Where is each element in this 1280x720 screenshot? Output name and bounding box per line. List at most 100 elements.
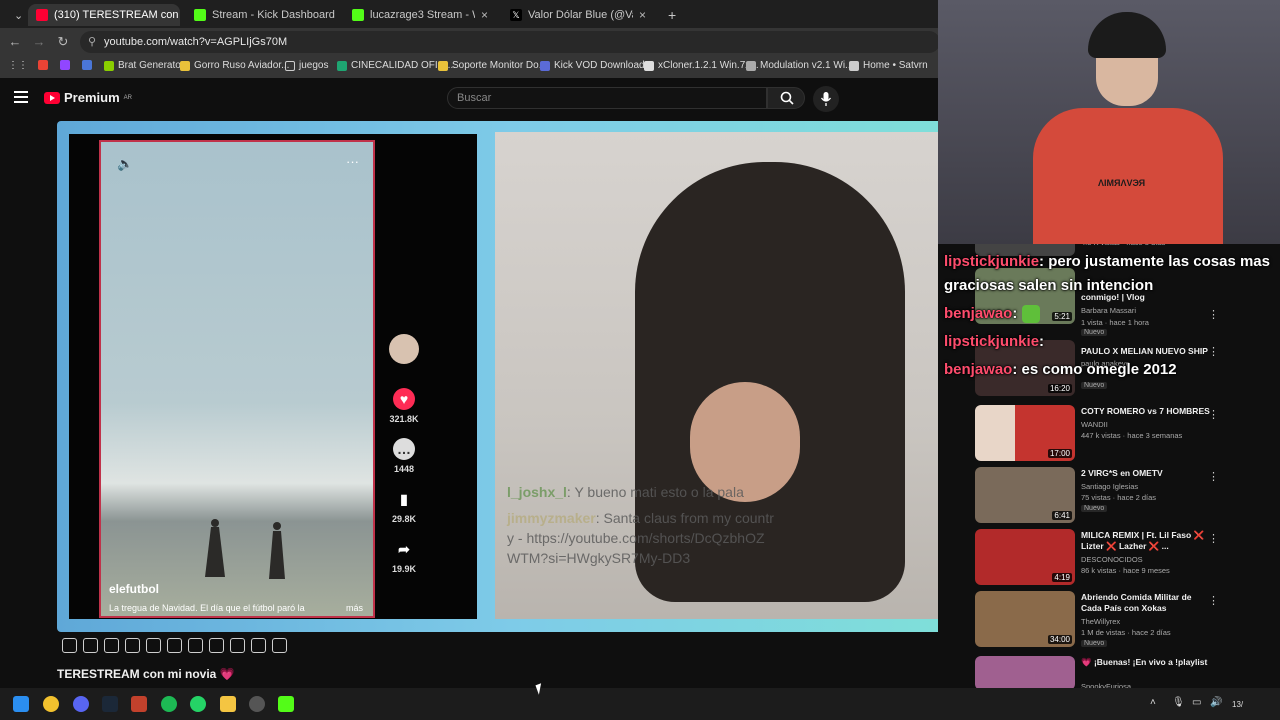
bookmark-icon: ▮ bbox=[400, 490, 408, 507]
emote-icon bbox=[1021, 305, 1040, 324]
search-input[interactable]: Buscar bbox=[447, 87, 767, 109]
stream-chat-overlay: lipstickjunkie: pero justamente las cosa… bbox=[944, 250, 1278, 382]
voice-search-button[interactable] bbox=[813, 86, 839, 112]
youtube-premium-logo[interactable]: Premium AR bbox=[44, 90, 132, 105]
close-icon[interactable]: × bbox=[639, 8, 646, 22]
like-count: 321.8K bbox=[389, 414, 419, 424]
tab-label: lucazrage3 Stream - Watch Live bbox=[370, 9, 475, 21]
browser-tabbar: ⌄ (310) TERESTREAM con mi 🔈 × Stream - K… bbox=[0, 0, 938, 28]
kick-icon[interactable] bbox=[278, 696, 294, 712]
video-title: TERESTREAM con mi novia 💗 bbox=[57, 667, 235, 681]
tab-youtube[interactable]: (310) TERESTREAM con mi 🔈 × bbox=[28, 4, 180, 26]
youtube-logo-icon bbox=[44, 91, 60, 104]
tab-label: Stream - Kick Dashboard bbox=[212, 9, 335, 21]
video-player[interactable]: 🔈 ··· elefutbol La tregua de Navidad. El… bbox=[57, 121, 966, 632]
video-thumbnail: 17:00 bbox=[975, 405, 1075, 461]
app-icon[interactable] bbox=[249, 696, 265, 712]
speed-icon[interactable] bbox=[209, 638, 224, 653]
chat-message: lipstickjunkie: bbox=[944, 333, 1045, 350]
apps-icon[interactable]: ⋮⋮ bbox=[8, 60, 28, 71]
list-item[interactable]: 34:00 Abriendo Comida Militar de Cada Pa… bbox=[975, 591, 1275, 649]
speaker-icon: 🔈 bbox=[117, 156, 134, 171]
camera-feed: l_joshx_l: Y bueno mati esto o la pala j… bbox=[495, 132, 949, 619]
kick-favicon-icon bbox=[194, 9, 206, 21]
list-item[interactable]: 6:41 2 VIRG*S en OMETV Santiago Iglesias… bbox=[975, 467, 1275, 525]
whatsapp-icon[interactable] bbox=[190, 696, 206, 712]
chrome-icon[interactable] bbox=[43, 696, 59, 712]
youtube-favicon-icon bbox=[36, 9, 48, 21]
search-button[interactable] bbox=[767, 87, 805, 109]
tab-x[interactable]: 𝕏 Valor Dólar Blue (@ValorDolarB × bbox=[502, 4, 654, 26]
network-icon[interactable]: ▭ bbox=[1192, 697, 1201, 708]
cast-icon[interactable] bbox=[125, 638, 140, 653]
chevron-up-icon[interactable]: ˄ bbox=[1150, 697, 1156, 708]
gmail-icon[interactable] bbox=[38, 60, 48, 70]
video-thumbnail: 34:00 bbox=[975, 591, 1075, 647]
file-explorer-icon[interactable] bbox=[220, 696, 236, 712]
search-icon bbox=[780, 91, 794, 105]
more-options-icon[interactable]: ⋮ bbox=[1208, 532, 1219, 545]
twitch-icon[interactable] bbox=[60, 60, 70, 70]
tab-kick-stream[interactable]: lucazrage3 Stream - Watch Live × bbox=[344, 4, 496, 26]
new-tab-button[interactable]: + bbox=[660, 4, 680, 26]
discord-icon[interactable] bbox=[73, 696, 89, 712]
video-thumbnail: 4:19 bbox=[975, 529, 1075, 585]
bookmark-icon[interactable] bbox=[82, 60, 92, 70]
more-options-icon[interactable]: ⋮ bbox=[1208, 470, 1219, 483]
x-favicon-icon: 𝕏 bbox=[510, 9, 522, 21]
back-icon[interactable]: ← bbox=[7, 34, 23, 50]
tab-label: (310) TERESTREAM con mi bbox=[54, 9, 180, 21]
app-icon[interactable] bbox=[131, 696, 147, 712]
more-options-icon[interactable]: ⋮ bbox=[1208, 408, 1219, 421]
window-icon[interactable] bbox=[167, 638, 182, 653]
address-bar[interactable]: ⚲ youtube.com/watch?v=AGPLIjGs70M bbox=[80, 31, 940, 53]
bookmark-xcloner[interactable]: xCloner.1.2.1 Win.7z... bbox=[644, 60, 759, 71]
tab-kick-dashboard[interactable]: Stream - Kick Dashboard × bbox=[186, 4, 338, 26]
tiktok-username: elefutbol bbox=[109, 582, 159, 596]
list-item[interactable]: 17:00 COTY ROMERO vs 7 HOMBRES WANDII 44… bbox=[975, 405, 1275, 463]
bookmark-soporte-monitor[interactable]: Soporte Monitor Do... bbox=[438, 60, 547, 71]
bookmark-gorro-ruso[interactable]: Gorro Ruso Aviador... bbox=[180, 60, 289, 71]
steam-icon[interactable] bbox=[102, 696, 118, 712]
bookmark-kick-vod[interactable]: Kick VOD Download... bbox=[540, 60, 653, 71]
streamer-hair bbox=[1088, 12, 1166, 58]
bookmarks-bar: ⋮⋮ Brat Generator Gorro Ruso Aviador... … bbox=[0, 56, 938, 78]
camera-icon[interactable] bbox=[251, 638, 266, 653]
fullscreen-icon[interactable] bbox=[146, 638, 161, 653]
bookmark-modulation[interactable]: Modulation v2.1 Wi... bbox=[746, 60, 853, 71]
chat-message: benjawao: es como omegle 2012 bbox=[944, 361, 1177, 378]
shirt-print: ΛIMЯΛVЭЯ bbox=[1098, 178, 1146, 188]
windows-taskbar: ˄ 🎙 ▭ 🔊 13/ bbox=[0, 688, 1280, 720]
close-icon[interactable]: × bbox=[481, 8, 488, 22]
sort-icon[interactable] bbox=[83, 638, 98, 653]
chat-message: lipstickjunkie: pero justamente las cosa… bbox=[944, 253, 1270, 294]
camera-chat-message: l_joshx_l: Y bueno mati esto o la pala bbox=[507, 484, 744, 500]
clock[interactable]: 13/ bbox=[1232, 700, 1243, 709]
miniplayer-icon[interactable] bbox=[188, 638, 203, 653]
tab-list-button[interactable]: ⌄ bbox=[6, 4, 26, 26]
site-info-icon[interactable]: ⚲ bbox=[88, 31, 96, 53]
url-text: youtube.com/watch?v=AGPLIjGs70M bbox=[104, 36, 288, 48]
comment-count: 1448 bbox=[393, 464, 415, 474]
forward-icon[interactable]: → bbox=[31, 34, 47, 50]
streamer-webcam: ΛIMЯΛVЭЯ bbox=[938, 0, 1280, 244]
reload-icon[interactable]: ↻ bbox=[55, 34, 71, 50]
bookmark-folder-juegos[interactable]: juegos bbox=[285, 60, 328, 71]
screenshot-icon[interactable] bbox=[230, 638, 245, 653]
volume-icon[interactable]: 🔊 bbox=[1210, 697, 1222, 708]
microphone-icon[interactable]: 🎙 bbox=[1172, 697, 1185, 708]
windows-start-icon[interactable] bbox=[13, 696, 29, 712]
kick-favicon-icon bbox=[352, 9, 364, 21]
chat-message: benjawao: bbox=[944, 302, 1278, 326]
list-item[interactable]: 4:19 MILICA REMIX | Ft. Lil Faso ❌ Lizte… bbox=[975, 529, 1275, 587]
more-options-icon[interactable]: ⋮ bbox=[1208, 594, 1219, 607]
bookmark-brat-generator[interactable]: Brat Generator bbox=[104, 60, 184, 71]
bookmark-satvrn[interactable]: Home • Satvrn bbox=[849, 60, 928, 71]
audio-icon[interactable] bbox=[104, 638, 119, 653]
loop-icon[interactable] bbox=[62, 638, 77, 653]
menu-icon[interactable] bbox=[14, 91, 28, 103]
gear-icon[interactable] bbox=[272, 638, 287, 653]
spotify-icon[interactable] bbox=[161, 696, 177, 712]
tiktok-more: más bbox=[345, 603, 363, 613]
heart-icon: ♥ bbox=[393, 388, 415, 410]
